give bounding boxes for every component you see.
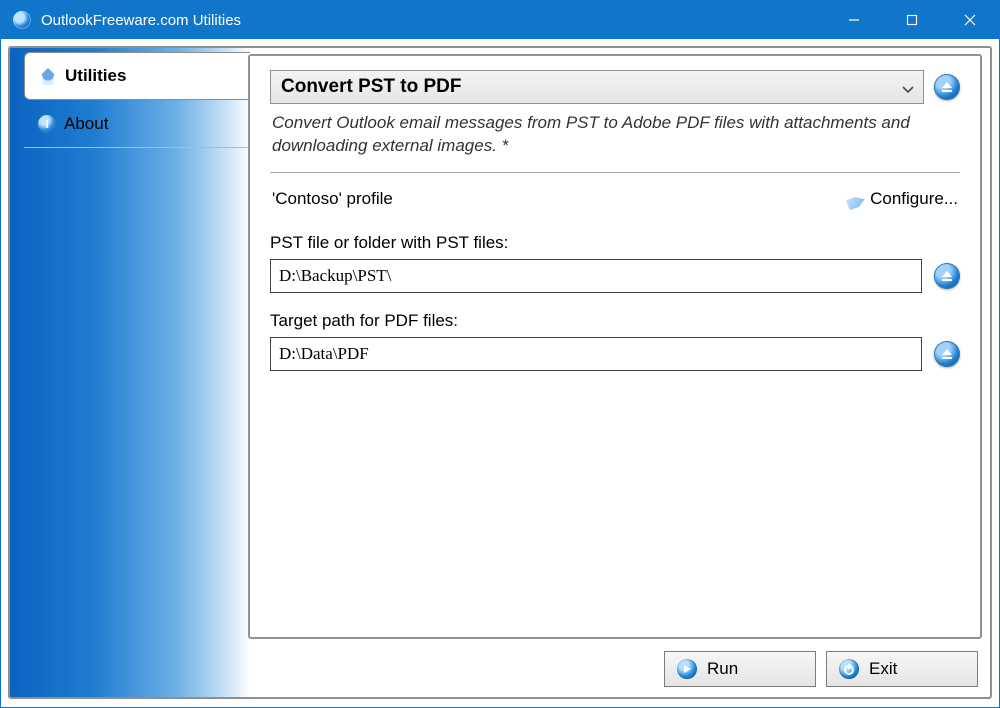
workspace: Outlook Freeware .com Utilities About Co… xyxy=(8,46,992,699)
configure-link[interactable]: Configure... xyxy=(846,189,958,209)
target-field: Target path for PDF files: xyxy=(270,311,960,371)
exit-button[interactable]: Exit xyxy=(826,651,978,687)
main-panel: Convert PST to PDF Convert Outlook email… xyxy=(248,54,982,639)
pst-field: PST file or folder with PST files: xyxy=(270,233,960,293)
footer-buttons: Run Exit xyxy=(664,651,978,687)
minimize-button[interactable] xyxy=(825,1,883,39)
tag-icon xyxy=(844,187,867,210)
utility-selector-label: Convert PST to PDF xyxy=(281,76,462,98)
maximize-icon xyxy=(906,14,918,26)
target-path-input[interactable] xyxy=(270,337,922,371)
home-icon xyxy=(39,67,57,85)
titlebar: OutlookFreeware.com Utilities xyxy=(1,1,999,39)
eject-icon xyxy=(941,81,953,93)
utility-selector[interactable]: Convert PST to PDF xyxy=(270,70,924,104)
power-icon xyxy=(839,659,859,679)
maximize-button[interactable] xyxy=(883,1,941,39)
configure-label: Configure... xyxy=(870,189,958,209)
sidebar-tabs: Utilities About xyxy=(24,52,250,148)
close-button[interactable] xyxy=(941,1,999,39)
utility-eject-button[interactable] xyxy=(934,74,960,100)
exit-label: Exit xyxy=(869,659,897,679)
target-browse-button[interactable] xyxy=(934,341,960,367)
target-label: Target path for PDF files: xyxy=(270,311,960,331)
info-icon xyxy=(38,115,56,133)
tab-utilities-label: Utilities xyxy=(65,66,126,86)
client-area: Outlook Freeware .com Utilities About Co… xyxy=(1,39,999,707)
tab-utilities[interactable]: Utilities xyxy=(24,52,250,100)
pst-browse-button[interactable] xyxy=(934,263,960,289)
pst-label: PST file or folder with PST files: xyxy=(270,233,960,253)
app-icon xyxy=(13,11,31,29)
window-title: OutlookFreeware.com Utilities xyxy=(41,12,241,29)
minimize-icon xyxy=(848,14,860,26)
chevron-down-icon xyxy=(901,80,915,94)
profile-row: 'Contoso' profile Configure... xyxy=(270,173,960,215)
eject-icon xyxy=(941,348,953,360)
tab-about[interactable]: About xyxy=(24,100,250,148)
play-icon xyxy=(677,659,697,679)
close-icon xyxy=(964,14,976,26)
run-label: Run xyxy=(707,659,738,679)
app-window: OutlookFreeware.com Utilities Outlook Fr… xyxy=(0,0,1000,708)
utility-selector-row: Convert PST to PDF xyxy=(270,70,960,104)
tab-about-label: About xyxy=(64,114,108,134)
profile-text: 'Contoso' profile xyxy=(272,189,846,209)
eject-icon xyxy=(941,270,953,282)
pst-path-input[interactable] xyxy=(270,259,922,293)
run-button[interactable]: Run xyxy=(664,651,816,687)
utility-description: Convert Outlook email messages from PST … xyxy=(270,104,960,173)
